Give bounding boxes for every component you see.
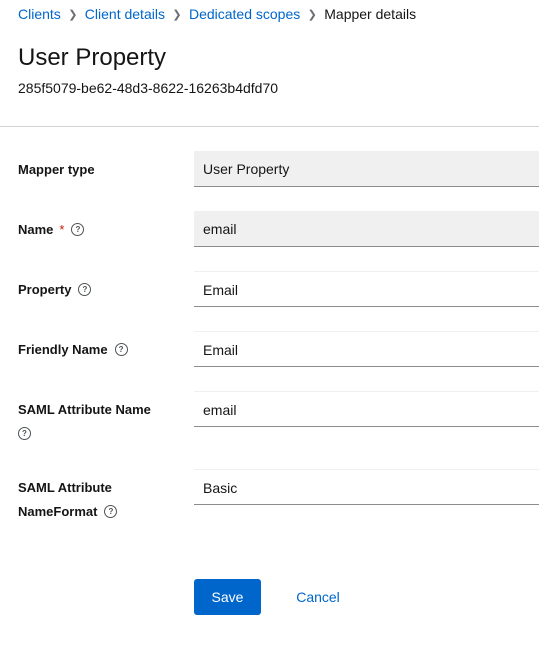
- mapper-id: 285f5079-be62-48d3-8622-16263b4dfd70: [18, 80, 279, 96]
- saml-nameformat-label-line1: SAML Attribute: [18, 480, 112, 495]
- breadcrumb-client-details[interactable]: Client details: [85, 6, 165, 22]
- help-icon[interactable]: ?: [104, 505, 118, 519]
- mapper-type-label: Mapper type: [18, 158, 95, 182]
- name-field: email: [194, 211, 539, 247]
- breadcrumb-clients[interactable]: Clients: [18, 6, 61, 22]
- help-icon[interactable]: ?: [78, 283, 92, 297]
- cancel-button[interactable]: Cancel: [282, 579, 354, 615]
- saml-attribute-nameformat-select[interactable]: Basic: [194, 469, 539, 505]
- friendly-name-input[interactable]: Email: [194, 331, 539, 367]
- property-label: Property?: [18, 278, 92, 302]
- saml-attribute-name-input[interactable]: email: [194, 391, 539, 427]
- property-input[interactable]: Email: [194, 271, 539, 307]
- breadcrumb-dedicated-scopes[interactable]: Dedicated scopes: [189, 6, 300, 22]
- friendly-name-label: Friendly Name?: [18, 338, 128, 362]
- help-icon[interactable]: ?: [114, 343, 128, 357]
- mapper-type-label-text: Mapper type: [18, 162, 95, 177]
- breadcrumb-current: Mapper details: [324, 6, 417, 22]
- mapper-form: Mapper type User Property Name *? email P…: [0, 127, 539, 647]
- page-title: User Property: [18, 44, 167, 71]
- saml-attribute-name-label: SAML Attribute Name?: [18, 398, 151, 446]
- friendly-name-label-text: Friendly Name: [18, 342, 108, 357]
- help-icon[interactable]: ?: [18, 427, 31, 441]
- save-button[interactable]: Save: [194, 579, 261, 615]
- help-icon[interactable]: ?: [71, 223, 85, 237]
- name-label: Name *?: [18, 218, 85, 242]
- breadcrumb: Clients ❯ Client details ❯ Dedicated sco…: [18, 6, 416, 22]
- name-label-text: Name: [18, 222, 54, 237]
- property-label-text: Property: [18, 282, 72, 297]
- saml-nameformat-label-line2: NameFormat: [18, 504, 98, 519]
- saml-attribute-nameformat-label: SAML Attribute NameFormat?: [18, 476, 118, 524]
- mapper-type-field: User Property: [194, 151, 539, 187]
- chevron-right-icon: ❯: [172, 8, 182, 21]
- chevron-right-icon: ❯: [307, 8, 317, 21]
- saml-attribute-name-label-text: SAML Attribute Name: [18, 402, 151, 417]
- page-header: Clients ❯ Client details ❯ Dedicated sco…: [0, 0, 539, 127]
- chevron-right-icon: ❯: [68, 8, 78, 21]
- required-indicator: *: [59, 222, 65, 237]
